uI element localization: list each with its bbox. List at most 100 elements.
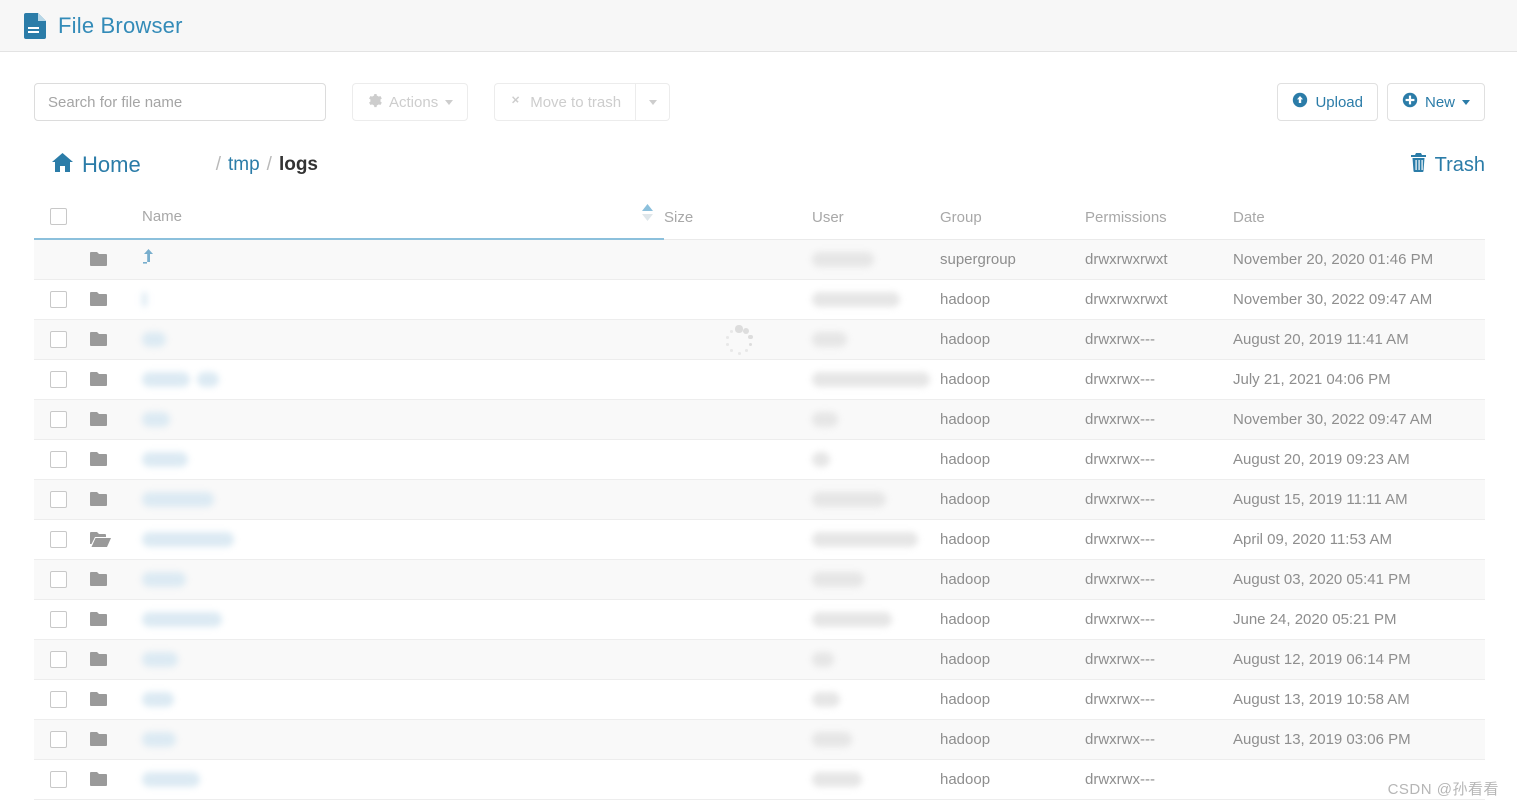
file-name-redacted[interactable] — [142, 651, 185, 668]
trash-link[interactable]: Trash — [1410, 152, 1485, 178]
move-to-trash-button[interactable]: Move to trash — [494, 83, 637, 121]
row-checkbox[interactable] — [50, 450, 67, 468]
row-name-cell[interactable] — [142, 279, 664, 320]
row-checkbox[interactable] — [50, 570, 67, 588]
move-to-trash-dropdown-button[interactable] — [636, 83, 671, 121]
search-input[interactable] — [34, 83, 326, 121]
row-name-cell[interactable] — [142, 479, 664, 520]
breadcrumb-home-link[interactable]: Home — [52, 152, 141, 178]
row-select-cell[interactable] — [34, 559, 90, 600]
row-name-cell[interactable] — [142, 359, 664, 400]
file-name-redacted[interactable] — [142, 611, 229, 628]
upload-button[interactable]: Upload — [1277, 83, 1378, 121]
row-group-cell: hadoop — [940, 479, 1085, 520]
column-header-name-sort[interactable] — [642, 196, 664, 240]
table-row[interactable]: hadoop drwxrwx--- August 13, 2019 10:58 AM — [34, 679, 1485, 720]
file-name-redacted[interactable] — [142, 491, 221, 508]
row-select-cell[interactable] — [34, 479, 90, 520]
row-group-cell: supergroup — [940, 239, 1085, 280]
file-name-redacted[interactable] — [142, 691, 181, 708]
table-row[interactable]: hadoop drwxrwx--- August 12, 2019 06:14 PM — [34, 639, 1485, 680]
row-name-cell[interactable] — [142, 719, 664, 760]
row-name-cell[interactable] — [142, 679, 664, 720]
file-name-redacted[interactable] — [142, 731, 183, 748]
table-row[interactable]: hadoop drwxrwx--- June 24, 2020 05:21 PM — [34, 599, 1485, 640]
row-checkbox[interactable] — [50, 370, 67, 388]
table-row[interactable]: hadoop drwxrwx--- November 30, 2022 09:47 … — [34, 399, 1485, 440]
file-name-redacted[interactable] — [142, 531, 241, 548]
row-permissions-cell: drwxrwx--- — [1085, 319, 1233, 360]
row-select-cell[interactable] — [34, 599, 90, 640]
table-row[interactable]: hadoop drwxrwx--- August 15, 2019 11:11 AM — [34, 479, 1485, 520]
column-header-name[interactable]: Name — [142, 196, 642, 240]
row-select-cell[interactable] — [34, 399, 90, 440]
row-select-cell[interactable] — [34, 239, 90, 280]
table-row[interactable]: hadoop drwxrwx--- August 20, 2019 09:23 AM — [34, 439, 1485, 480]
row-checkbox[interactable] — [50, 530, 67, 548]
row-group-cell: hadoop — [940, 279, 1085, 320]
row-name-cell[interactable] — [142, 519, 664, 560]
column-header-date[interactable]: Date — [1233, 196, 1485, 240]
row-name-cell[interactable] — [142, 559, 664, 600]
row-checkbox[interactable] — [50, 690, 67, 708]
row-name-cell[interactable] — [142, 599, 664, 640]
row-user-cell — [812, 679, 940, 720]
actions-button[interactable]: Actions — [352, 83, 469, 121]
row-select-cell[interactable] — [34, 719, 90, 760]
table-row[interactable]: supergroup drwxrwxrwxt November 20, 2020 0… — [34, 239, 1485, 280]
file-name-redacted[interactable] — [142, 411, 177, 428]
row-checkbox[interactable] — [50, 650, 67, 668]
row-select-cell[interactable] — [34, 759, 90, 800]
select-all-header — [34, 196, 90, 240]
row-checkbox[interactable] — [50, 730, 67, 748]
table-row[interactable]: hadoop drwxrwx--- April 09, 2020 11:53 AM — [34, 519, 1485, 560]
row-checkbox[interactable] — [50, 770, 67, 788]
row-group-cell: hadoop — [940, 399, 1085, 440]
row-checkbox[interactable] — [50, 490, 67, 508]
table-row[interactable]: hadoop drwxrwxrwxt November 30, 2022 09:47… — [34, 279, 1485, 320]
row-checkbox[interactable] — [50, 610, 67, 628]
table-head: Name Size User Group Permissions Date — [34, 196, 1485, 240]
file-name-redacted[interactable] — [142, 571, 193, 588]
table-row[interactable]: hadoop drwxrwx--- August 20, 2019 11:41 AM — [34, 319, 1485, 360]
file-name-redacted[interactable] — [142, 331, 173, 348]
table-row[interactable]: hadoop drwxrwx--- August 13, 2019 03:06 PM — [34, 719, 1485, 760]
row-select-cell[interactable] — [34, 519, 90, 560]
row-checkbox[interactable] — [50, 410, 67, 428]
row-select-cell[interactable] — [34, 639, 90, 680]
column-header-group[interactable]: Group — [940, 196, 1085, 240]
row-user-cell — [812, 399, 940, 440]
parent-directory-icon[interactable] — [142, 248, 155, 270]
table-row[interactable]: hadoop drwxrwx--- July 21, 2021 04:06 PM — [34, 359, 1485, 400]
row-checkbox[interactable] — [50, 290, 67, 308]
row-user-cell — [812, 479, 940, 520]
file-name-redacted[interactable] — [142, 771, 207, 788]
row-name-cell[interactable] — [142, 319, 664, 360]
row-name-cell[interactable] — [142, 639, 664, 680]
file-name-redacted[interactable] — [142, 291, 154, 308]
row-name-cell[interactable] — [142, 759, 664, 800]
folder-icon — [90, 691, 142, 707]
row-name-cell[interactable] — [142, 239, 664, 280]
select-all-checkbox[interactable] — [50, 208, 67, 225]
row-select-cell[interactable] — [34, 319, 90, 360]
row-checkbox[interactable] — [50, 330, 67, 348]
file-name-redacted[interactable] — [142, 451, 195, 468]
column-header-user[interactable]: User — [812, 196, 940, 240]
row-select-cell[interactable] — [34, 279, 90, 320]
file-name-redacted[interactable] — [142, 371, 226, 388]
folder-icon — [90, 651, 142, 667]
new-button[interactable]: New — [1386, 83, 1485, 121]
column-header-size[interactable]: Size — [664, 196, 812, 240]
row-type-cell — [90, 639, 142, 680]
row-select-cell[interactable] — [34, 439, 90, 480]
table-row[interactable]: hadoop drwxrwx--- — [34, 759, 1485, 800]
table-row[interactable]: hadoop drwxrwx--- August 03, 2020 05:41 PM — [34, 559, 1485, 600]
row-select-cell[interactable] — [34, 679, 90, 720]
row-size-cell — [664, 519, 812, 560]
row-name-cell[interactable] — [142, 399, 664, 440]
breadcrumb-item-tmp[interactable]: tmp — [228, 154, 260, 176]
row-name-cell[interactable] — [142, 439, 664, 480]
row-select-cell[interactable] — [34, 359, 90, 400]
column-header-permissions[interactable]: Permissions — [1085, 196, 1233, 240]
